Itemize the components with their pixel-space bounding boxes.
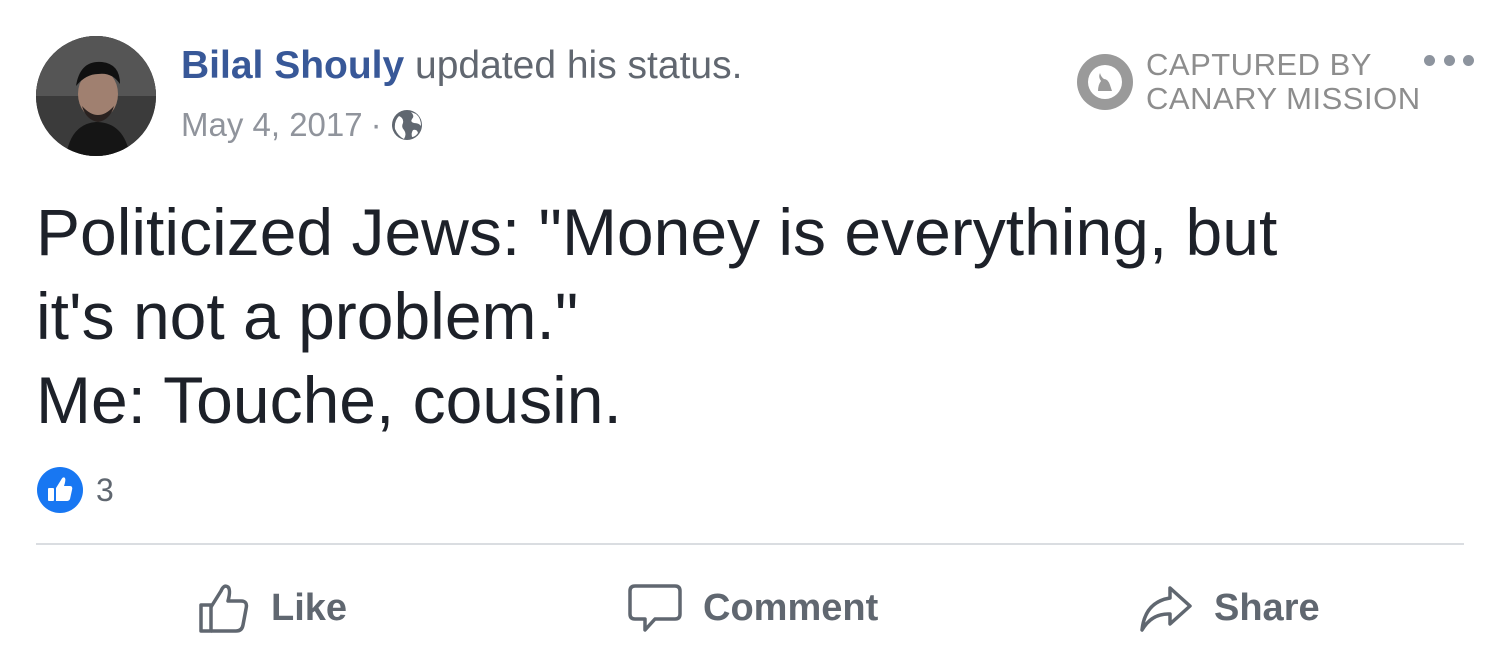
more-options-icon[interactable] [1424,52,1474,68]
divider [36,543,1464,545]
action-text: updated his status. [404,44,743,87]
avatar[interactable] [36,36,156,156]
capture-watermark: CAPTURED BY CANARY MISSION [1076,48,1421,116]
meta-separator: · [370,106,382,143]
action-bar: Like Comment Share [0,570,1500,646]
like-label: Like [271,586,348,629]
canary-logo-icon [1077,54,1133,110]
comment-icon [628,584,682,632]
comment-label: Comment [703,586,879,629]
reaction-count: 3 [96,471,114,508]
post-body-line: Politicized Jews: "Money is everything, … [36,195,1278,269]
post-body-line: Me: Touche, cousin. [36,363,622,437]
reactions-summary[interactable]: 3 [36,466,114,514]
post-date[interactable]: May 4, 2017 [181,106,363,144]
post-body-line: it's not a problem." [36,279,579,353]
watermark-line-1: CAPTURED BY [1146,47,1372,82]
comment-button[interactable]: Comment [627,570,878,646]
like-button[interactable]: Like [197,570,347,646]
like-reaction-icon [37,467,83,513]
share-arrow-icon [1140,586,1192,632]
share-label: Share [1214,586,1320,629]
globe-icon[interactable] [390,108,424,142]
share-button[interactable]: Share [1138,570,1320,646]
post-header: Bilal Shouly updated his status. [181,44,742,88]
watermark-line-2: CANARY MISSION [1146,81,1421,116]
post-body: Politicized Jews: "Money is everything, … [36,190,1466,442]
author-name-link[interactable]: Bilal Shouly [181,44,404,87]
post-meta: May 4, 2017 · [181,106,424,144]
thumbs-up-icon [199,584,249,633]
facebook-post: Bilal Shouly updated his status. May 4, … [0,0,1500,666]
